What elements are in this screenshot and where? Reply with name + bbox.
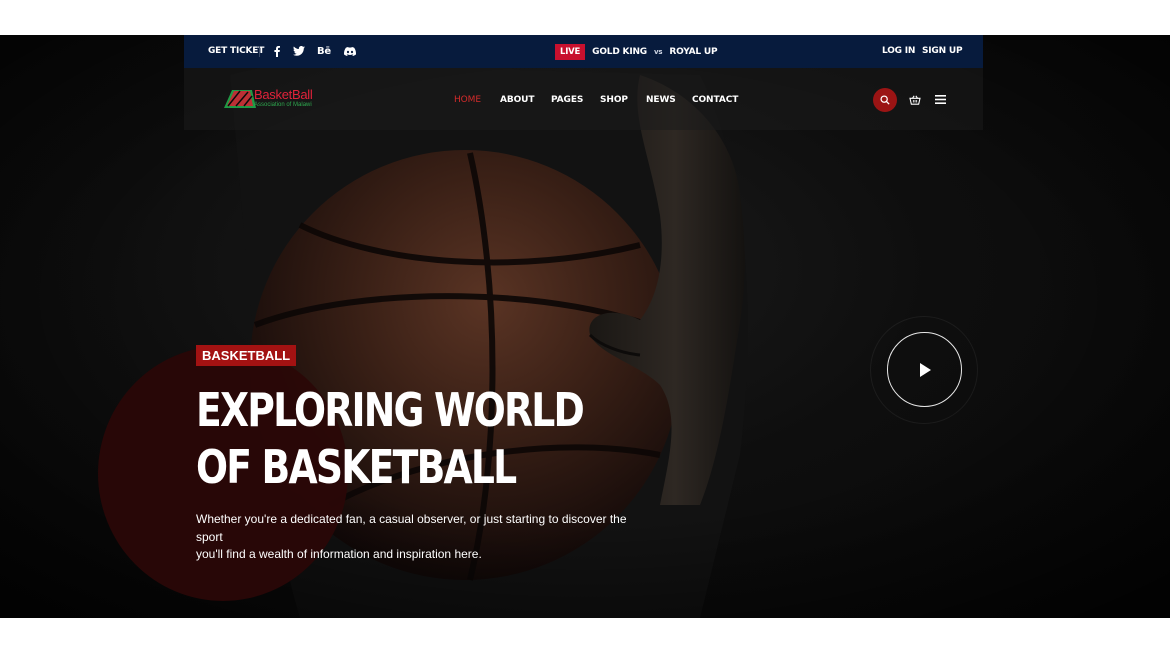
- facebook-icon[interactable]: [273, 44, 281, 58]
- play-icon: [919, 362, 931, 377]
- nav-about[interactable]: ABOUT: [500, 95, 535, 105]
- main-navbar: BasketBall Association of Malawi HOME AB…: [184, 68, 983, 130]
- description-line-2: you'll find a wealth of information and …: [196, 547, 482, 561]
- category-badge[interactable]: BASKETBALL: [196, 345, 297, 366]
- live-score-ticker[interactable]: LIVE GOLD KING vs ROYAL UP: [555, 44, 718, 60]
- hero-description: Whether you're a dedicated fan, a casual…: [196, 511, 636, 564]
- top-bar: GET TICKET Bē LIVE GOLD KING vs ROYAL UP…: [184, 35, 983, 68]
- play-video-button[interactable]: [887, 332, 962, 407]
- headline-line-1: EXPLORING WORLD: [196, 383, 585, 437]
- description-line-1: Whether you're a dedicated fan, a casual…: [196, 512, 627, 544]
- twitter-icon[interactable]: [293, 44, 305, 58]
- discord-icon[interactable]: [343, 44, 356, 58]
- live-badge: LIVE: [555, 44, 586, 60]
- nav-news[interactable]: NEWS: [646, 95, 676, 105]
- logo-title: BasketBall: [254, 87, 313, 102]
- login-link[interactable]: LOG IN: [882, 46, 915, 56]
- behance-icon[interactable]: Bē: [317, 44, 331, 58]
- search-icon: [880, 95, 890, 105]
- hamburger-menu-icon: [934, 94, 946, 104]
- logo-subtitle: Association of Malawi: [254, 102, 312, 108]
- search-button[interactable]: [873, 88, 897, 112]
- hero-headline: EXPLORING WORLD OF BASKETBALL: [196, 382, 585, 496]
- team-away: ROYAL UP: [669, 47, 718, 57]
- headline-line-2: OF BASKETBALL: [196, 440, 517, 494]
- vs-label: vs: [654, 48, 663, 56]
- get-ticket-link[interactable]: GET TICKET: [208, 46, 264, 56]
- cart-button[interactable]: [908, 93, 922, 107]
- nav-pages[interactable]: PAGES: [551, 95, 583, 105]
- team-home: GOLD KING: [592, 47, 647, 57]
- basket-icon: [909, 95, 921, 105]
- nav-home[interactable]: HOME: [454, 95, 481, 105]
- topbar-divider: [259, 46, 260, 57]
- nav-shop[interactable]: SHOP: [600, 95, 628, 105]
- nav-contact[interactable]: CONTACT: [692, 95, 738, 105]
- menu-button[interactable]: [934, 93, 946, 105]
- signup-link[interactable]: SIGN UP: [922, 46, 963, 56]
